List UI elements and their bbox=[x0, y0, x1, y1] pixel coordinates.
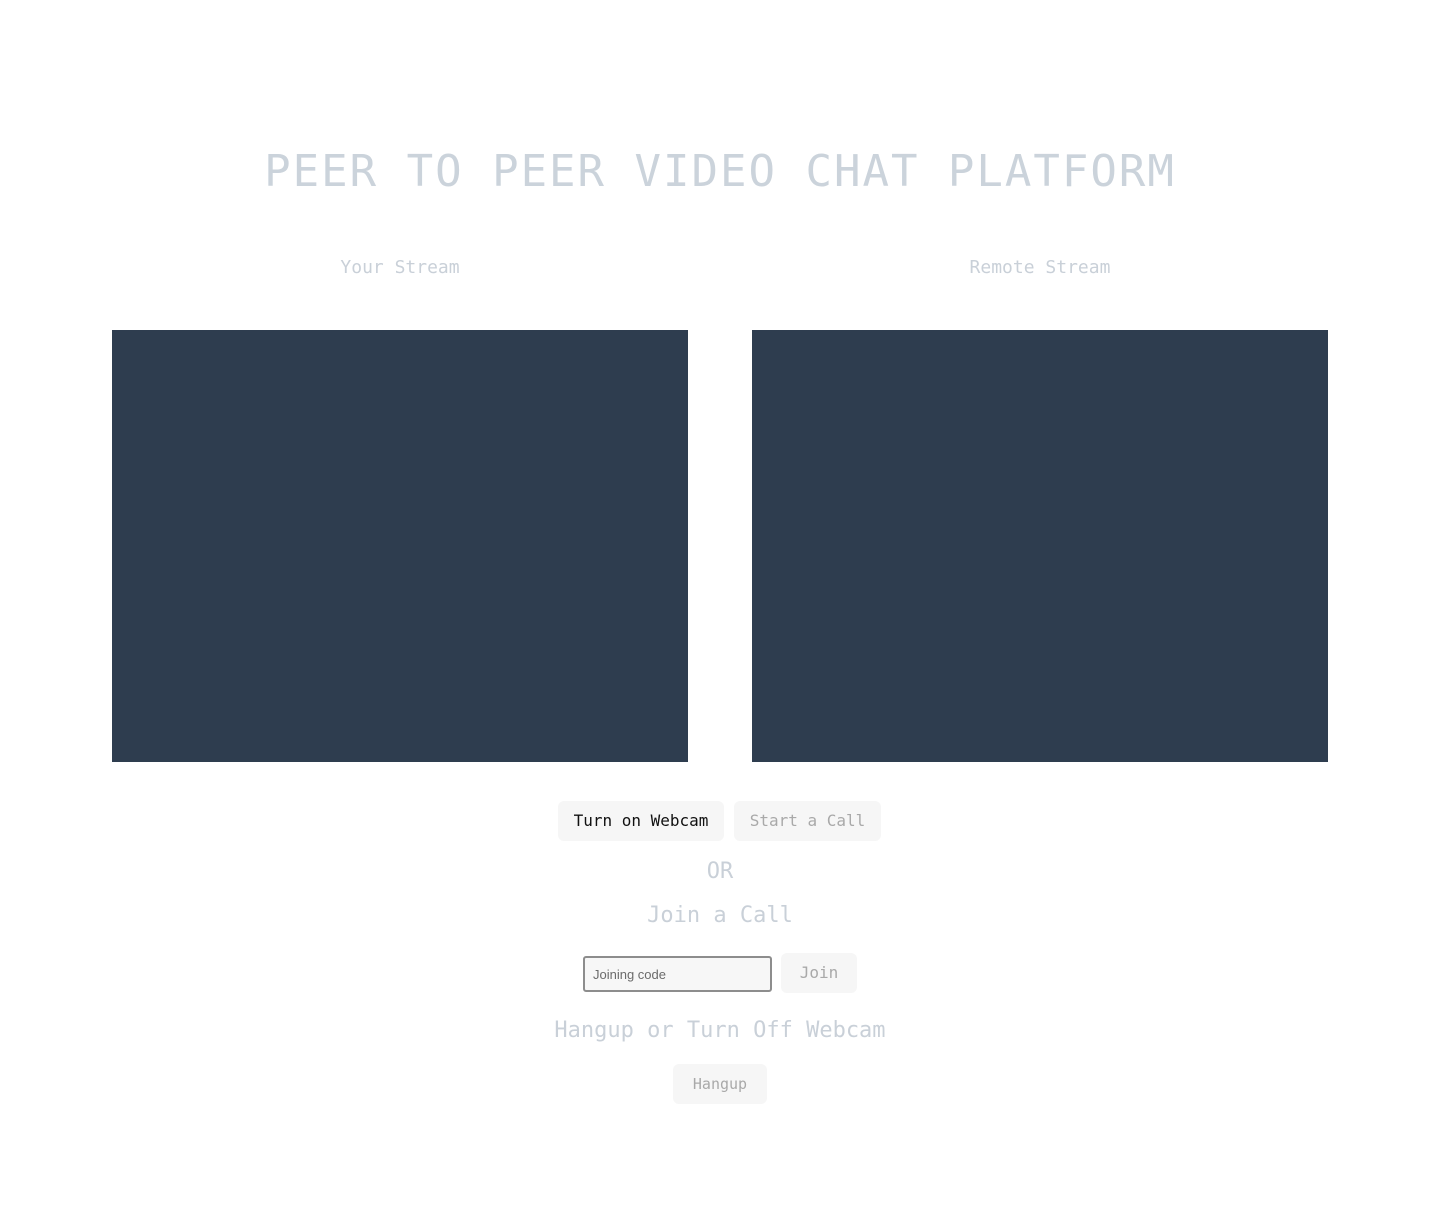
hangup-heading: Hangup or Turn Off Webcam bbox=[554, 1018, 886, 1043]
page-title: PEER TO PEER VIDEO CHAT PLATFORM bbox=[264, 146, 1176, 197]
local-video bbox=[112, 330, 688, 762]
turn-on-webcam-button[interactable]: Turn on Webcam bbox=[558, 801, 724, 841]
join-call-heading: Join a Call bbox=[647, 903, 793, 928]
start-call-button[interactable]: Start a Call bbox=[734, 801, 881, 841]
join-button[interactable]: Join bbox=[781, 953, 857, 993]
remote-stream-label: Remote Stream bbox=[969, 257, 1111, 278]
hangup-button[interactable]: Hangup bbox=[673, 1064, 767, 1104]
joining-code-input[interactable] bbox=[583, 956, 772, 992]
local-stream-label: Your Stream bbox=[340, 257, 460, 278]
remote-video bbox=[752, 330, 1328, 762]
or-divider: OR bbox=[706, 859, 734, 884]
